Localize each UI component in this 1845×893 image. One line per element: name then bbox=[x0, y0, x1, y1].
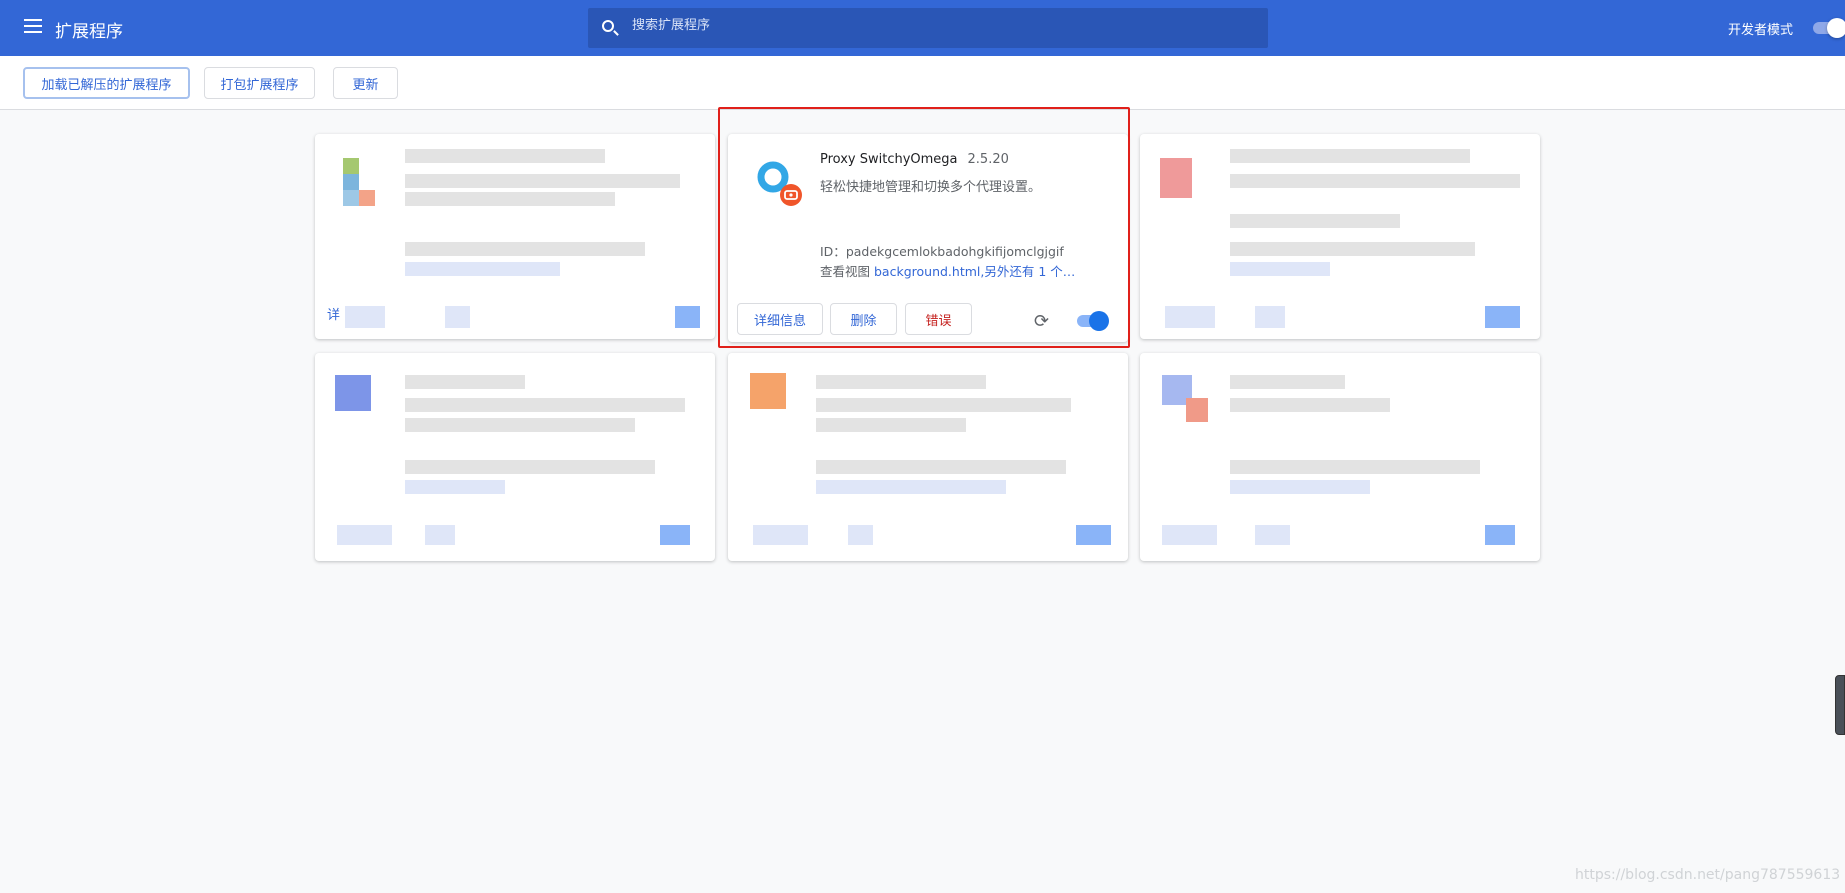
dev-mode-label: 开发者模式 bbox=[1728, 23, 1794, 38]
toolbar: 加载已解压的扩展程序 打包扩展程序 更新 bbox=[0, 56, 1845, 110]
extension-card-blurred bbox=[315, 353, 715, 561]
app-header: 扩展程序 开发者模式 bbox=[0, 0, 1845, 56]
dev-mode-toggle[interactable] bbox=[1813, 18, 1845, 38]
search-icon bbox=[602, 20, 614, 32]
extension-card-blurred bbox=[1140, 134, 1540, 339]
extension-card-blurred bbox=[1140, 353, 1540, 561]
extension-card-blurred bbox=[728, 353, 1128, 561]
menu-icon[interactable] bbox=[24, 19, 42, 33]
pack-extension-button[interactable]: 打包扩展程序 bbox=[204, 67, 315, 99]
side-widget[interactable] bbox=[1835, 675, 1845, 735]
search-input[interactable] bbox=[632, 18, 1232, 33]
page-title: 扩展程序 bbox=[55, 22, 123, 42]
watermark: https://blog.csdn.net/pang787559613 bbox=[1575, 867, 1841, 883]
update-button[interactable]: 更新 bbox=[333, 67, 398, 99]
details-button-fragment[interactable]: 详 bbox=[327, 304, 340, 323]
highlight-box bbox=[718, 107, 1130, 348]
extension-card-blurred: 详 bbox=[315, 134, 715, 339]
load-unpacked-button[interactable]: 加载已解压的扩展程序 bbox=[23, 67, 190, 99]
search-box[interactable] bbox=[588, 8, 1268, 48]
